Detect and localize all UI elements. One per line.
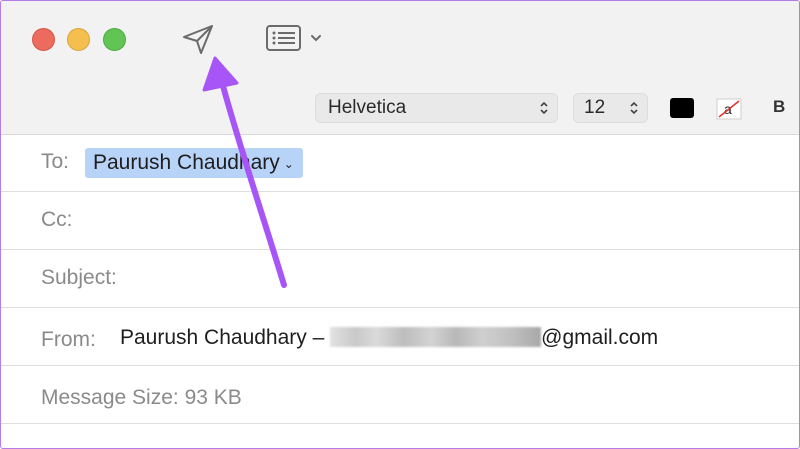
annotation-arrow	[202, 56, 287, 288]
compose-window: Helvetica 12 a B To:	[0, 0, 800, 449]
